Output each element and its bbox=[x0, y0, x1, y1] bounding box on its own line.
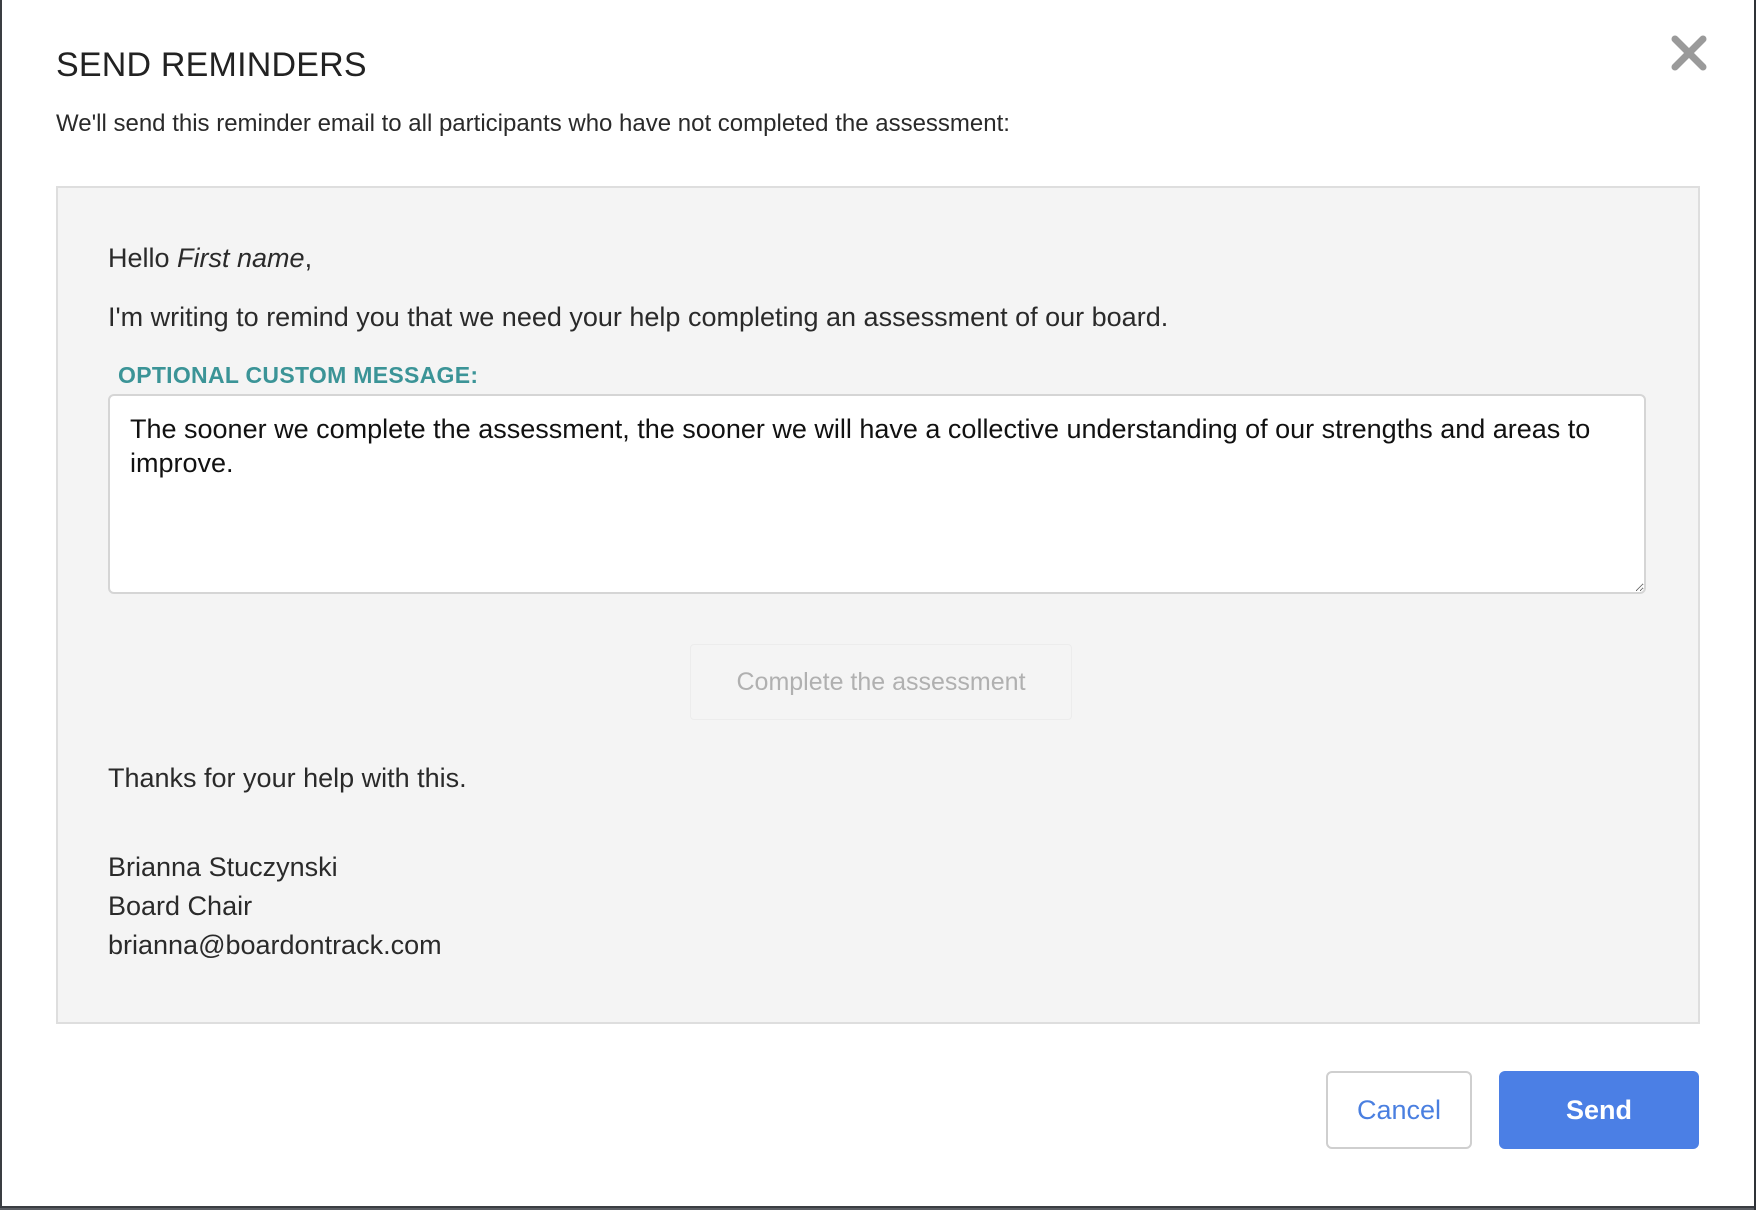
custom-message-label: OPTIONAL CUSTOM MESSAGE: bbox=[118, 362, 479, 388]
greeting-suffix: , bbox=[304, 243, 313, 273]
close-icon bbox=[1671, 35, 1707, 71]
close-button[interactable] bbox=[1664, 28, 1714, 78]
email-preview: Hello First name, I'm writing to remind … bbox=[56, 186, 1700, 1024]
signature-name: Brianna Stuczynski bbox=[108, 852, 338, 882]
email-intro: I'm writing to remind you that we need y… bbox=[108, 302, 1169, 332]
complete-assessment-button: Complete the assessment bbox=[690, 644, 1072, 720]
email-greeting: Hello First name, bbox=[108, 243, 312, 274]
email-thanks: Thanks for your help with this. bbox=[108, 763, 467, 793]
cancel-button[interactable]: Cancel bbox=[1326, 1071, 1472, 1149]
send-button[interactable]: Send bbox=[1499, 1071, 1699, 1149]
signature-role: Board Chair bbox=[108, 891, 253, 921]
signature-email: brianna@boardontrack.com bbox=[108, 930, 442, 960]
send-reminders-dialog: SEND REMINDERS We'll send this reminder … bbox=[0, 0, 1754, 1208]
dialog-subtitle: We'll send this reminder email to all pa… bbox=[56, 110, 1010, 137]
custom-message-textarea[interactable]: The sooner we complete the assessment, t… bbox=[108, 394, 1646, 594]
greeting-name-placeholder: First name bbox=[177, 243, 305, 273]
email-signature: Brianna Stuczynski Board Chair brianna@b… bbox=[108, 848, 442, 965]
greeting-prefix: Hello bbox=[108, 243, 178, 273]
dialog-title: SEND REMINDERS bbox=[56, 46, 367, 84]
